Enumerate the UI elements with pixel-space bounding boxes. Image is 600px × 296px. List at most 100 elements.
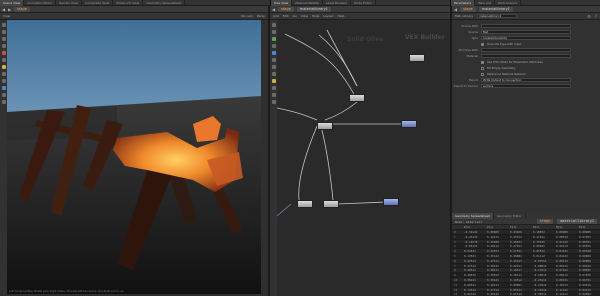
spreadsheet-column-header[interactable]: P[y] [485, 225, 508, 229]
handle-tool-icon[interactable] [1, 51, 6, 55]
net-shape-icon[interactable] [271, 58, 276, 62]
viewport-tab-5[interactable]: Geometry Spreadsheet [143, 0, 186, 6]
viewport-tab-0[interactable]: Scene View [0, 0, 25, 6]
network-menu-item[interactable]: Tools [312, 14, 319, 18]
table-cell: 0.29141 [487, 263, 499, 268]
param-field[interactable] [481, 54, 571, 58]
params-tab-2[interactable]: Performance [495, 0, 522, 6]
camera-tool-icon[interactable] [1, 72, 6, 76]
param-checkbox[interactable] [481, 60, 484, 64]
node-bottom-mid[interactable] [323, 200, 339, 208]
network-tab-1[interactable]: Material Palette [292, 0, 323, 6]
params-node-name-field[interactable]: materiallibrary1 [477, 14, 517, 18]
param-checkbox[interactable] [481, 72, 484, 76]
viewport-tab-2[interactable]: Render View [56, 0, 83, 6]
params-back-icon[interactable]: ◀ [454, 7, 457, 12]
network-path-root[interactable]: stage [278, 6, 294, 12]
network-menu-item[interactable]: View [301, 14, 308, 18]
param-field[interactable]: Create/Overwrite [481, 36, 571, 40]
network-menu-item[interactable]: Go [293, 14, 297, 18]
spreadsheet-column-header[interactable] [452, 225, 462, 229]
params-tab-0[interactable]: Parameters [451, 0, 476, 6]
viewport-path-crumb[interactable]: stage [14, 6, 30, 12]
light-tool-icon[interactable] [1, 65, 6, 69]
params-help-icon[interactable]: ? [595, 14, 597, 19]
node-output-blue-a[interactable] [401, 120, 417, 128]
measure-tool-icon[interactable] [1, 93, 6, 97]
network-tab-2[interactable]: Asset Browser [323, 0, 352, 6]
table-cell: 0.92692 [579, 292, 591, 296]
net-wire-icon[interactable] [271, 30, 276, 34]
camera-menu[interactable]: No cam [241, 14, 252, 18]
params-gear-icon[interactable]: ⚙ [587, 14, 591, 19]
network-tab-3[interactable]: Node Editor [351, 0, 376, 6]
net-grid-icon[interactable] [271, 86, 276, 90]
viewport-tab-3[interactable]: Composite View [82, 0, 114, 6]
viewport-canvas[interactable]: Left mouse tumbles. Middle pans. Right d… [7, 20, 261, 294]
param-field[interactable]: Write Output to Connection [481, 78, 571, 82]
node-bottom-left[interactable] [297, 200, 313, 208]
network-menu-item[interactable]: Help [338, 14, 345, 18]
network-menu-item[interactable]: Layout [323, 14, 333, 18]
net-frame-icon[interactable] [271, 93, 276, 97]
table-cell: 6 [454, 258, 456, 263]
params-path-root[interactable]: stage [460, 6, 476, 12]
param-checkbox[interactable] [481, 42, 484, 46]
param-checkbox[interactable] [481, 66, 484, 70]
spreadsheet-column-header[interactable]: P[x] [462, 225, 485, 229]
net-layout-icon[interactable] [271, 44, 276, 48]
net-box-icon[interactable] [271, 72, 276, 76]
param-field[interactable]: surface [481, 84, 571, 88]
net-color-icon[interactable] [271, 51, 276, 55]
param-checkbox-label: Reference Material Network [487, 72, 526, 76]
node-material-library[interactable] [317, 122, 333, 130]
net-flag-icon[interactable] [271, 37, 276, 41]
network-back-icon[interactable]: ◀ [272, 7, 275, 12]
spreadsheet-column-header[interactable]: N[y] [554, 225, 577, 229]
network-menu-item[interactable]: Edit [283, 14, 289, 18]
net-dot-icon[interactable] [271, 79, 276, 83]
spreadsheet-path-node[interactable]: materiallibrary1 [557, 219, 597, 224]
view-tool-icon[interactable] [1, 100, 6, 104]
table-row[interactable]: 13 0.82122 0.25141 0.01512 -0.35511 0.12111 0.… [452, 292, 600, 296]
net-note-icon[interactable] [271, 65, 276, 69]
net-select-icon[interactable] [271, 23, 276, 27]
display-menu[interactable]: Persp [257, 14, 265, 18]
network-menu-item[interactable]: Add [273, 14, 279, 18]
pose-tool-icon[interactable] [1, 58, 6, 62]
param-label: Primitive Path [458, 48, 478, 52]
snap-tool-icon[interactable] [1, 86, 6, 90]
back-arrow-icon[interactable]: ◀ [2, 7, 5, 12]
node-material-a[interactable] [349, 94, 365, 102]
move-tool-icon[interactable] [1, 30, 6, 34]
param-field[interactable]: Mat [481, 30, 571, 34]
brush-tool-icon[interactable] [1, 79, 6, 83]
forward-arrow-icon[interactable]: ▶ [8, 7, 11, 12]
viewport-tab-4[interactable]: Motion FX View [113, 0, 144, 6]
node-top-right[interactable] [409, 54, 425, 62]
scale-tool-icon[interactable] [1, 44, 6, 48]
network-path-node[interactable]: materiallibrary1 [296, 6, 331, 12]
viewport-tab-1[interactable]: Animation Editor [24, 0, 57, 6]
network-canvas[interactable]: Solid Oliva VEX Builder [277, 20, 445, 296]
spreadsheet-mode-label[interactable]: Node: material1 [455, 220, 482, 224]
node-output-blue-b[interactable] [383, 198, 399, 206]
select-tool-icon[interactable] [1, 23, 6, 27]
params-tab-1[interactable]: Take List [475, 0, 496, 6]
params-path-node[interactable]: materiallibrary1 [478, 6, 513, 12]
table-cell: 0.29111 [487, 282, 499, 287]
rotate-tool-icon[interactable] [1, 37, 6, 41]
spreadsheet-path-root[interactable]: stage [536, 219, 554, 224]
net-home-icon[interactable] [271, 100, 276, 104]
param-field[interactable] [481, 48, 571, 52]
view-menu[interactable]: View [3, 14, 10, 18]
param-label: Export to Geometry [454, 84, 478, 88]
param-field[interactable] [481, 24, 571, 28]
network-tab-0[interactable]: Tree View [271, 0, 293, 6]
table-cell: 0.96791 [579, 277, 591, 282]
table-cell: 0.30111 [487, 268, 499, 273]
spreadsheet-column-header[interactable]: N[z] [577, 225, 600, 229]
spreadsheet-column-header[interactable]: P[z] [508, 225, 531, 229]
table-cell: 0.27512 [487, 287, 499, 292]
spreadsheet-column-header[interactable]: N[x] [531, 225, 554, 229]
